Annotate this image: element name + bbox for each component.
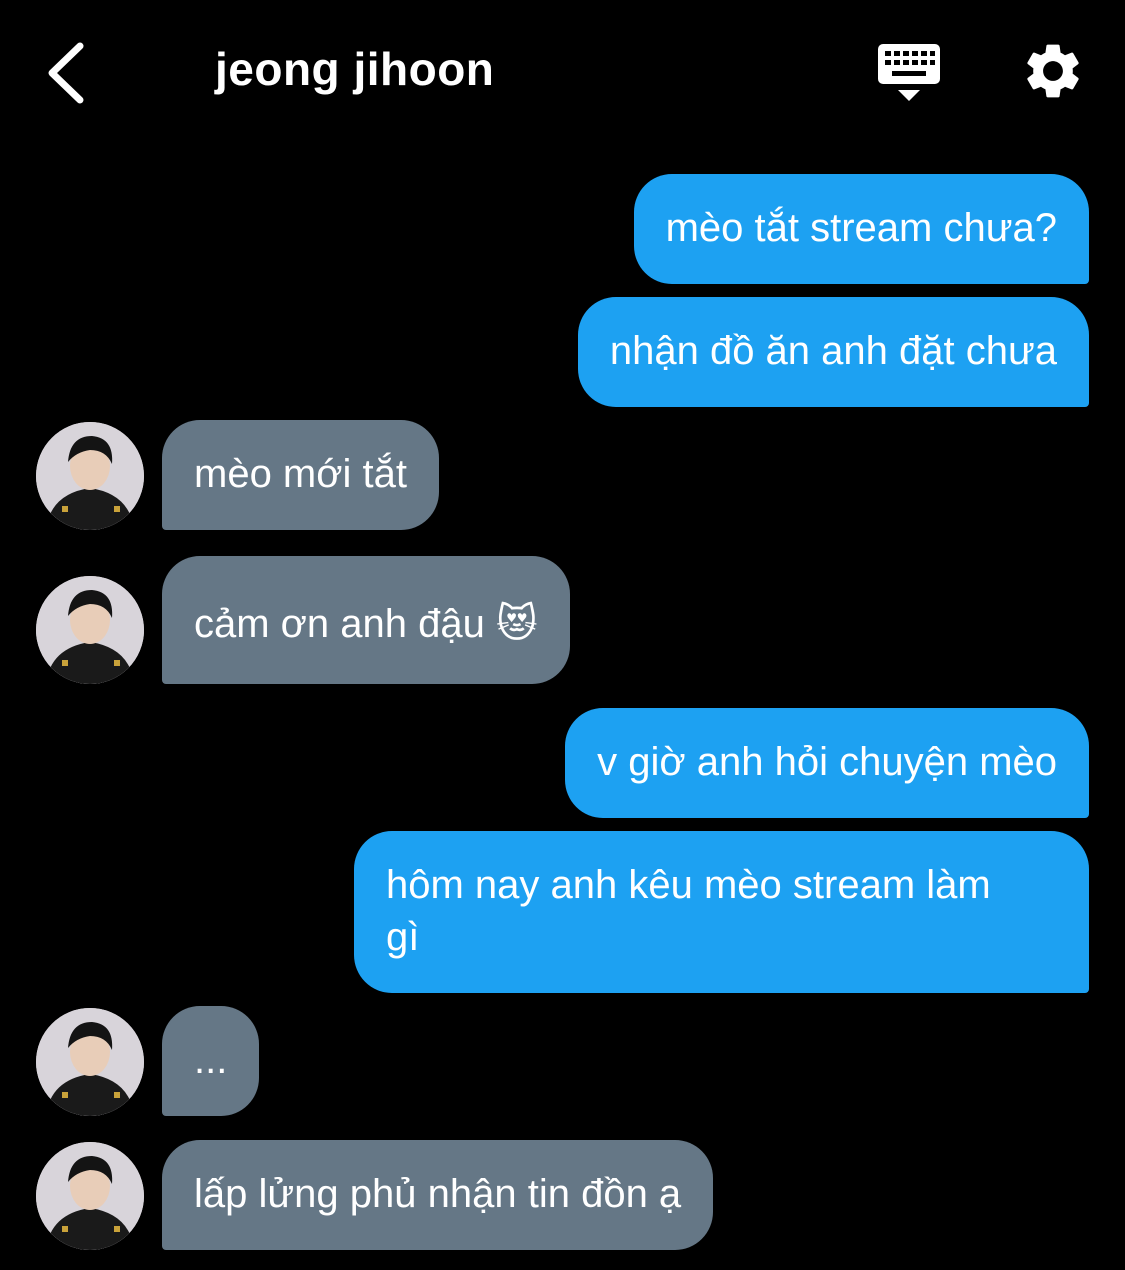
avatar[interactable] bbox=[36, 422, 144, 530]
avatar-image bbox=[36, 576, 144, 684]
message-outgoing[interactable]: v giờ anh hỏi chuyện mèo bbox=[565, 708, 1089, 818]
message-outgoing[interactable]: mèo tắt stream chưa? bbox=[633, 174, 1089, 284]
keyboard-button[interactable] bbox=[876, 40, 942, 106]
back-button[interactable] bbox=[40, 38, 100, 108]
avatar[interactable] bbox=[36, 1008, 144, 1116]
avatar-image bbox=[36, 422, 144, 530]
message-incoming[interactable]: lấp lửng phủ nhận tin đồn ạ bbox=[162, 1140, 714, 1250]
message-outgoing[interactable]: nhận đồ ăn anh đặt chưa bbox=[577, 297, 1089, 407]
settings-button[interactable] bbox=[1020, 38, 1086, 104]
message-incoming[interactable]: ... bbox=[162, 1006, 260, 1116]
gear-icon bbox=[1027, 44, 1079, 98]
chevron-left-icon bbox=[48, 42, 84, 104]
avatar-image bbox=[36, 1142, 144, 1250]
avatar[interactable] bbox=[36, 576, 144, 684]
avatar-image bbox=[36, 1008, 144, 1116]
message-incoming[interactable]: mèo mới tắt bbox=[162, 420, 439, 530]
chat-header: jeong jihoon bbox=[0, 0, 1125, 140]
avatar[interactable] bbox=[36, 1142, 144, 1250]
message-incoming[interactable]: cảm ơn anh đậu 😻 bbox=[162, 556, 570, 684]
conversation-title: jeong jihoon bbox=[215, 43, 495, 95]
keyboard-icon bbox=[878, 44, 940, 101]
message-outgoing[interactable]: hôm nay anh kêu mèo stream làm gì bbox=[354, 831, 1089, 993]
